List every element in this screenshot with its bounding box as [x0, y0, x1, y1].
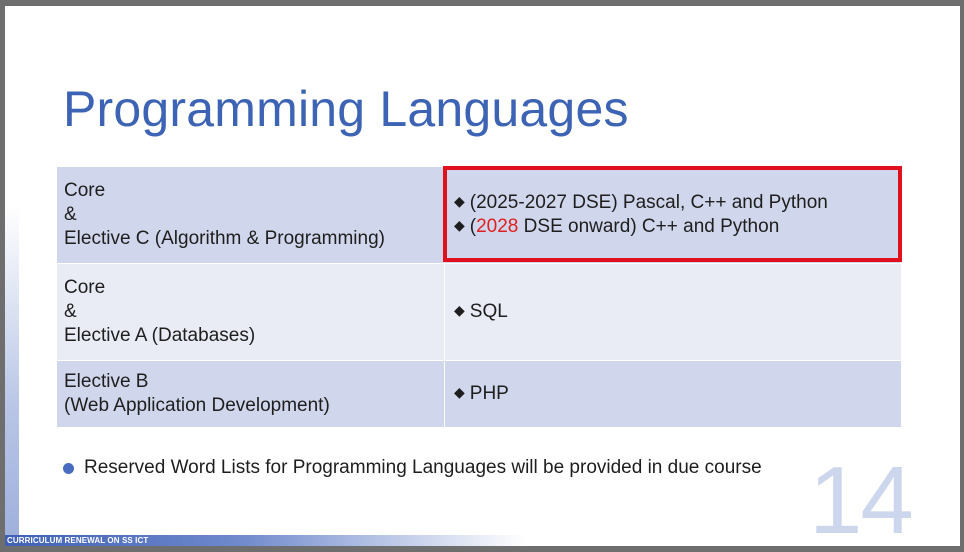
highlight-box [443, 166, 902, 262]
table-row: Core & Elective A (Databases) ◆ SQL [56, 263, 902, 361]
subject-cell: Core & Elective C (Algorithm & Programmi… [56, 166, 445, 264]
bullet-dot-icon [63, 463, 74, 474]
subject-line: (Web Application Development) [64, 395, 330, 416]
left-accent-strip [5, 206, 19, 536]
subject-line: Core [64, 277, 106, 298]
note-text: Reserved Word Lists for Programming Lang… [84, 457, 762, 478]
language-cell: ◆ PHP [444, 360, 902, 428]
note-bullet-item: Reserved Word Lists for Programming Lang… [63, 456, 803, 480]
table-row: Elective B (Web Application Development)… [56, 360, 902, 428]
footer-text: CURRICULUM RENEWAL ON SS ICT [7, 536, 149, 545]
subject-line: Elective C (Algorithm & Programming) [64, 228, 385, 249]
subject-line: Elective A (Databases) [64, 325, 256, 346]
language-line: ◆ SQL [454, 300, 901, 324]
subject-cell: Elective B (Web Application Development) [56, 360, 445, 428]
subject-line: & [64, 204, 77, 225]
subject-line: Core [64, 180, 106, 201]
diamond-bullet-icon: ◆ [454, 302, 465, 318]
language-line: ◆ PHP [454, 382, 901, 406]
language-cell: ◆ SQL [444, 263, 902, 361]
subject-line: & [64, 301, 77, 322]
diamond-bullet-icon: ◆ [454, 384, 465, 400]
slide: Programming Languages Core & Elective C … [5, 6, 960, 546]
page-number: 14 [809, 447, 914, 546]
footer-bar: CURRICULUM RENEWAL ON SS ICT [5, 535, 525, 546]
language-text: PHP [469, 383, 509, 404]
subject-line: Elective B [64, 371, 149, 392]
slide-title: Programming Languages [63, 81, 629, 137]
subject-cell: Core & Elective A (Databases) [56, 263, 445, 361]
language-text: SQL [469, 301, 508, 322]
